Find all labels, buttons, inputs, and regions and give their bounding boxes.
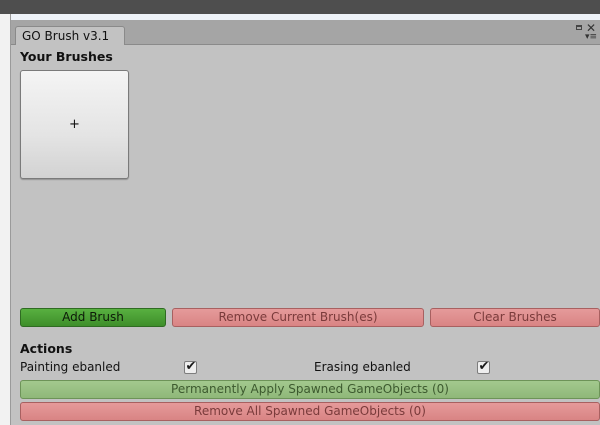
- brushes-heading: Your Brushes: [20, 49, 113, 64]
- left-edge: [0, 14, 10, 425]
- check-icon: ✔: [478, 359, 490, 374]
- window-controls: ✕ ▾≡: [576, 22, 598, 42]
- tab-go-brush[interactable]: GO Brush v3.1: [15, 26, 125, 45]
- maximize-icon[interactable]: [576, 25, 582, 30]
- painting-enabled-checkbox[interactable]: ✔: [184, 359, 197, 374]
- top-strip: [0, 0, 600, 14]
- remove-current-brush-button[interactable]: Remove Current Brush(es): [172, 308, 424, 327]
- clear-brushes-button[interactable]: Clear Brushes: [430, 308, 600, 327]
- remove-all-spawned-button[interactable]: Remove All Spawned GameObjects (0): [20, 402, 600, 421]
- erasing-enabled-checkbox[interactable]: ✔: [477, 359, 490, 374]
- menu-icon[interactable]: ▾≡: [585, 33, 597, 42]
- go-brush-window: GO Brush v3.1 ✕ ▾≡ Your Brushes + Add Br…: [10, 14, 600, 425]
- tab-bar: GO Brush v3.1 ✕ ▾≡: [11, 20, 600, 45]
- erasing-enabled-label: Erasing ebanled: [314, 360, 411, 374]
- actions-heading: Actions: [20, 341, 73, 356]
- add-brush-button[interactable]: Add Brush: [20, 308, 166, 327]
- check-icon: ✔: [185, 359, 197, 374]
- add-brush-slot[interactable]: +: [20, 70, 129, 179]
- apply-spawned-button[interactable]: Permanently Apply Spawned GameObjects (0…: [20, 380, 600, 399]
- plus-icon: +: [69, 117, 80, 132]
- painting-enabled-label: Painting ebanled: [20, 360, 121, 374]
